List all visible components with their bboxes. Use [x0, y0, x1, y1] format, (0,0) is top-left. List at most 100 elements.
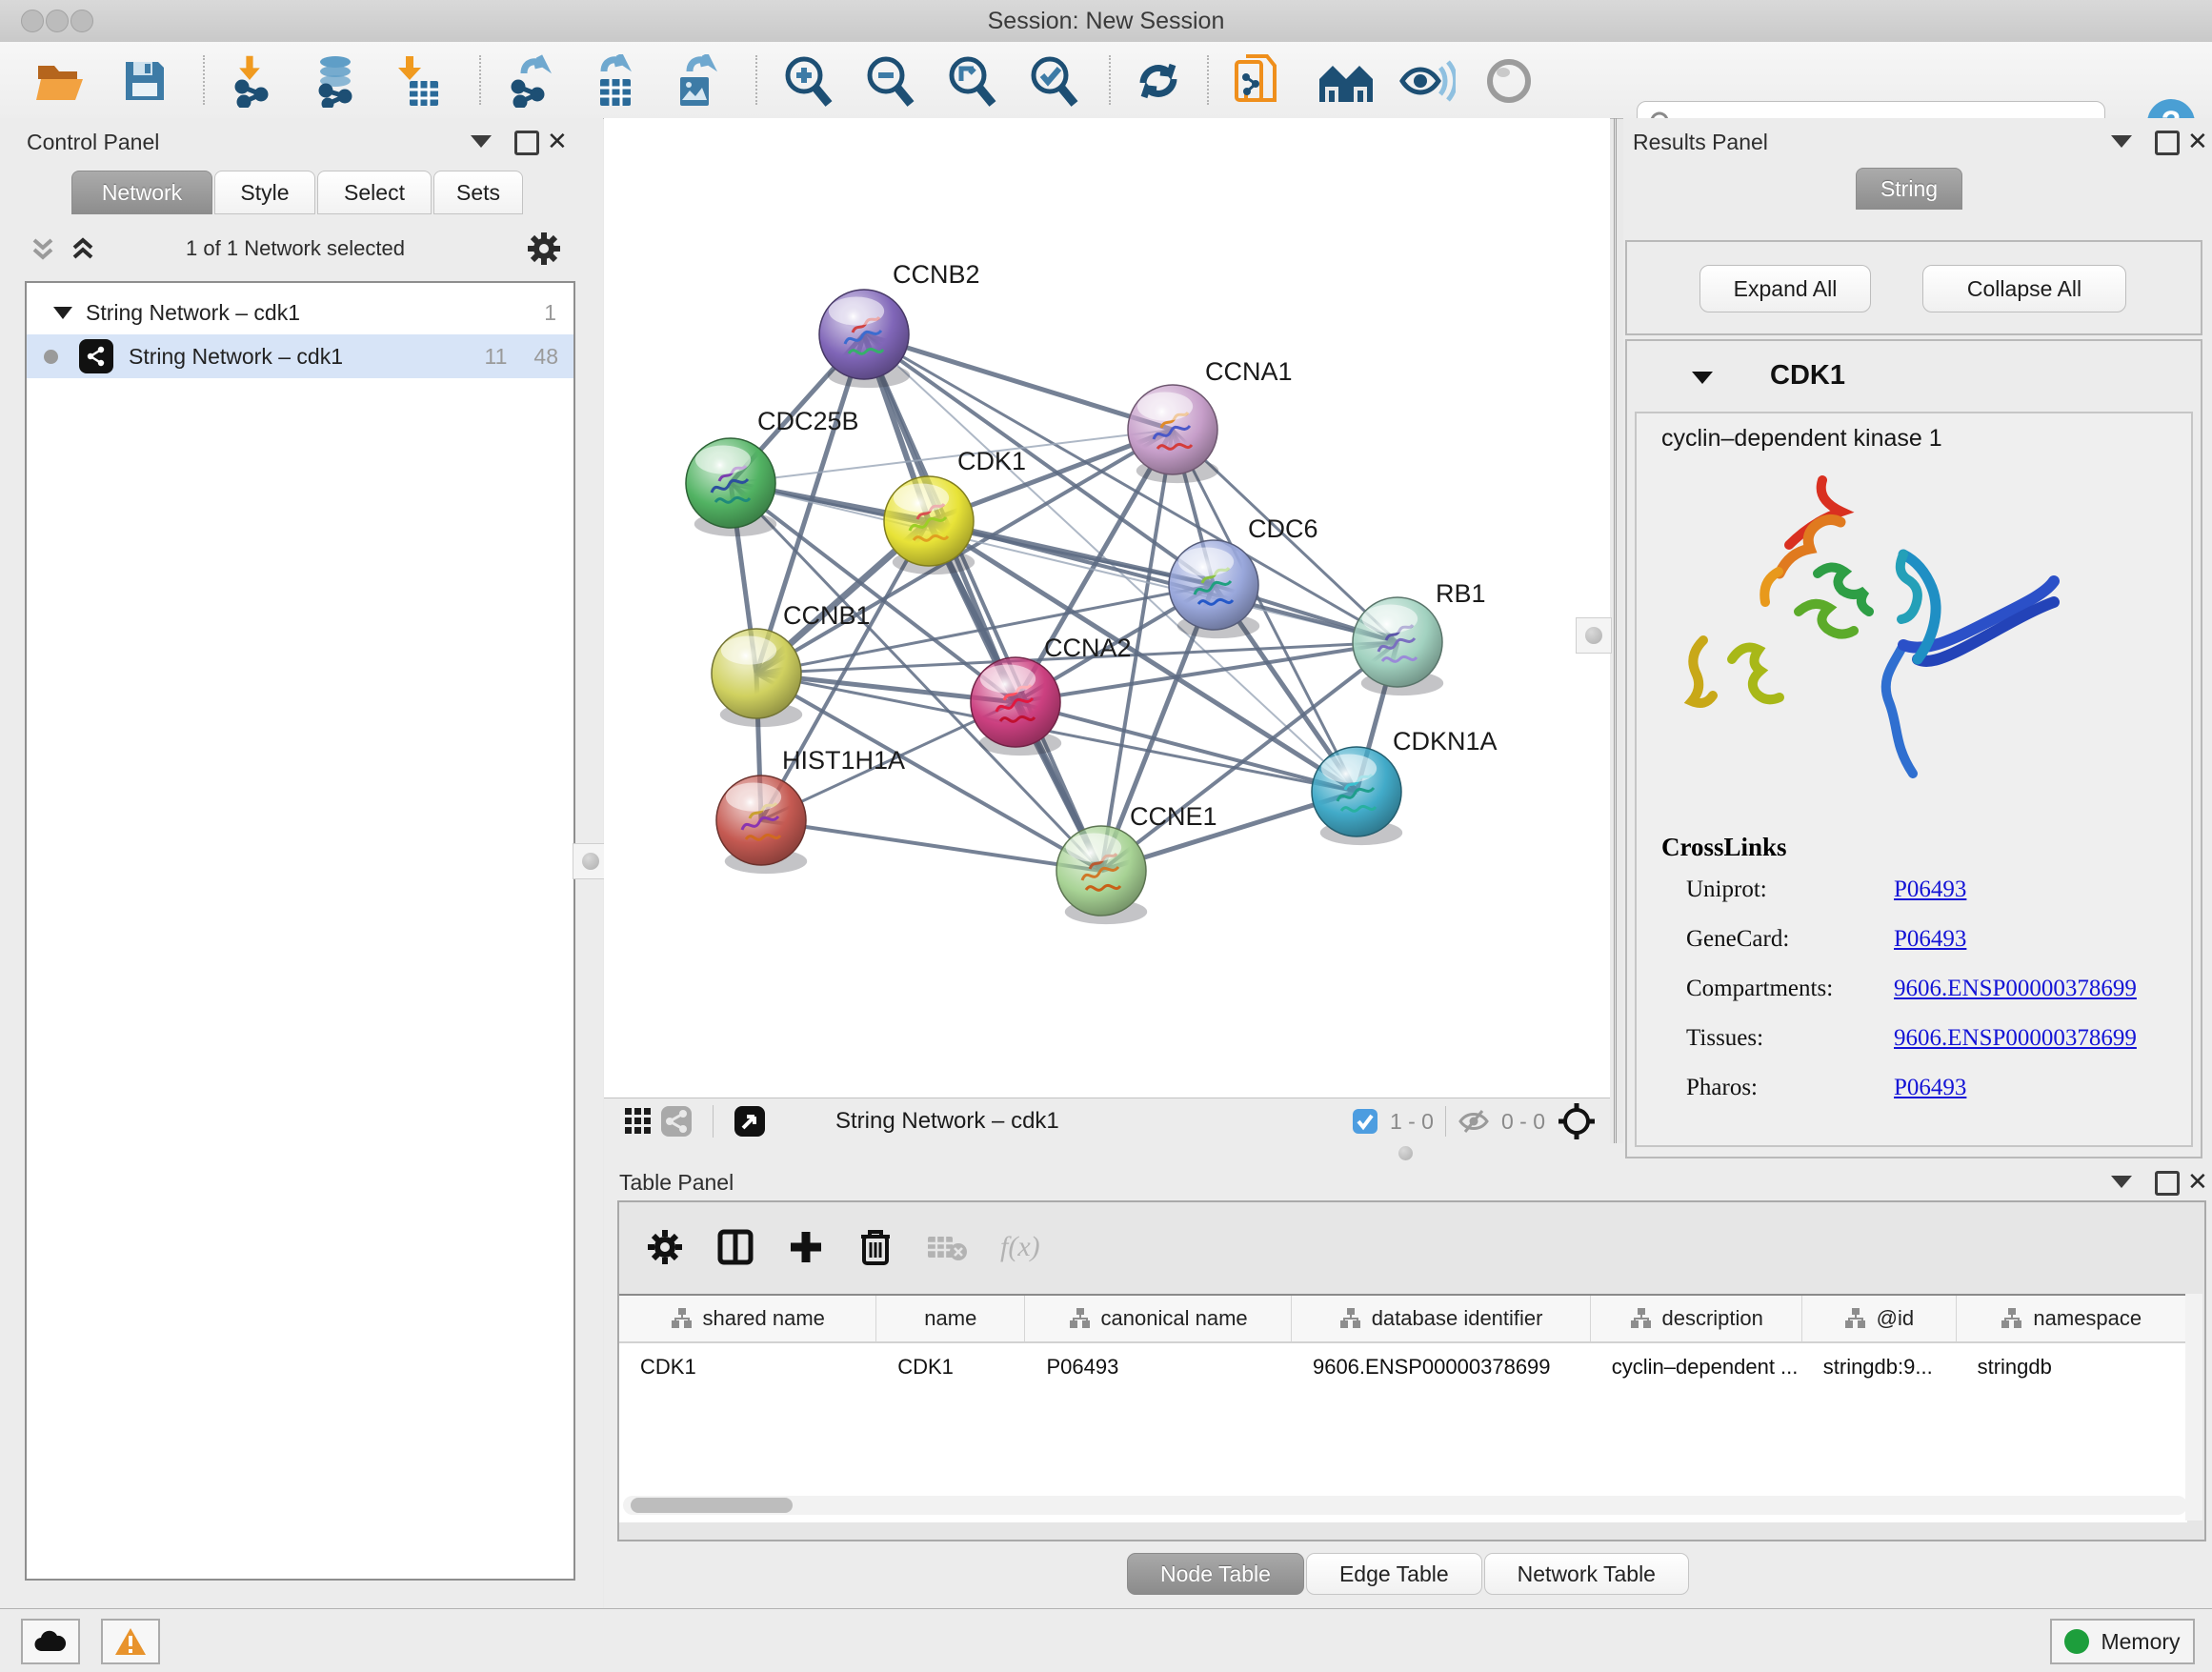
- horizontal-splitter-grabber[interactable]: [1398, 1146, 1413, 1160]
- network-node-rb1[interactable]: RB1: [1353, 579, 1486, 695]
- string-home-button[interactable]: [1313, 53, 1381, 109]
- save-session-button[interactable]: [111, 53, 179, 109]
- zoom-out-button[interactable]: [855, 53, 924, 109]
- table-cell[interactable]: stringdb: [1957, 1343, 2187, 1391]
- table-cell[interactable]: 9606.ENSP00000378699: [1292, 1343, 1591, 1391]
- table-cell[interactable]: cyclin–dependent ...: [1591, 1343, 1802, 1391]
- network-node-ccnb1[interactable]: CCNB1: [712, 601, 871, 727]
- network-edge[interactable]: [929, 521, 1398, 642]
- table-cell[interactable]: P06493: [1026, 1343, 1292, 1391]
- table-cell[interactable]: stringdb:9...: [1802, 1343, 1957, 1391]
- tree-expander-icon[interactable]: [53, 307, 72, 319]
- zoom-selected-button[interactable]: [1019, 53, 1088, 109]
- table-panel-float-icon[interactable]: [2155, 1171, 2180, 1196]
- enhanced-labels-button[interactable]: [1393, 53, 1461, 109]
- import-table-button[interactable]: [385, 53, 453, 109]
- export-network-button[interactable]: [497, 53, 566, 109]
- results-panel-close-icon[interactable]: ✕: [2187, 131, 2208, 151]
- control-panel-float-icon[interactable]: [514, 131, 539, 155]
- column-header-canonical-name[interactable]: canonical name: [1025, 1296, 1292, 1341]
- hidden-eye-icon[interactable]: [1458, 1107, 1490, 1136]
- tab-sets[interactable]: Sets: [433, 171, 523, 214]
- grayscale-orb-button[interactable]: [1475, 53, 1543, 109]
- zoom-in-button[interactable]: [774, 53, 842, 109]
- network-node-hist1h1a[interactable]: HIST1H1A: [716, 746, 905, 874]
- network-edge[interactable]: [864, 334, 1101, 871]
- results-panel-float-icon[interactable]: [2155, 131, 2180, 155]
- memory-button[interactable]: Memory: [2050, 1619, 2195, 1664]
- tab-network[interactable]: Network: [71, 171, 212, 214]
- column-header-description[interactable]: description: [1591, 1296, 1802, 1341]
- grid-view-button[interactable]: [619, 1102, 657, 1140]
- delete-column-trash-icon[interactable]: [857, 1227, 894, 1267]
- table-cell[interactable]: CDK1: [876, 1343, 1025, 1391]
- crosslink-value-link[interactable]: P06493: [1894, 1075, 1966, 1101]
- column-header-shared-name[interactable]: shared name: [619, 1296, 876, 1341]
- collapse-all-icon[interactable]: [29, 234, 57, 268]
- network-node-cdc6[interactable]: CDC6: [1169, 514, 1318, 638]
- expand-all-button[interactable]: Expand All: [1699, 265, 1871, 312]
- network-graph[interactable]: CCNB2CCNA1CDC25BCDK1CDC6RB1CCNB1CCNA2CDK…: [604, 118, 1610, 1098]
- gray-orb-icon: [1484, 56, 1534, 106]
- add-column-icon[interactable]: [787, 1228, 825, 1266]
- expand-all-icon[interactable]: [69, 234, 97, 268]
- network-collection-count: 1: [544, 300, 556, 326]
- node-gloss-highlight: [1362, 605, 1418, 634]
- crosslink-value-link[interactable]: 9606.ENSP00000378699: [1894, 1025, 2137, 1052]
- network-canvas[interactable]: CCNB2CCNA1CDC25BCDK1CDC6RB1CCNB1CCNA2CDK…: [604, 118, 1610, 1098]
- results-panel-menu-icon[interactable]: [2111, 135, 2132, 148]
- show-columns-icon[interactable]: [716, 1228, 754, 1266]
- import-network-button[interactable]: [221, 53, 290, 109]
- column-header-name[interactable]: name: [876, 1296, 1025, 1341]
- network-node-cdk1[interactable]: CDK1: [884, 447, 1026, 574]
- table-vertical-scrollbar[interactable]: [2185, 1294, 2202, 1521]
- control-panel-close-icon[interactable]: ✕: [547, 131, 568, 151]
- network-edge[interactable]: [864, 334, 1173, 430]
- tab-node-table[interactable]: Node Table: [1127, 1553, 1304, 1595]
- network-node-cdkn1a[interactable]: CDKN1A: [1312, 727, 1498, 845]
- fit-content-crosshair-icon[interactable]: [1557, 1101, 1597, 1141]
- table-row[interactable]: CDK1CDK1P064939606.ENSP00000378699cyclin…: [619, 1343, 2187, 1391]
- network-row[interactable]: String Network – cdk1 11 48: [27, 334, 573, 378]
- warning-status-button[interactable]: [101, 1619, 160, 1664]
- node-label: CCNB1: [783, 601, 871, 630]
- table-panel-close-icon[interactable]: ✕: [2187, 1172, 2208, 1191]
- tab-edge-table[interactable]: Edge Table: [1306, 1553, 1482, 1595]
- tab-select[interactable]: Select: [317, 171, 432, 214]
- gene-collapse-icon[interactable]: [1692, 372, 1713, 384]
- network-node-ccnb2[interactable]: CCNB2: [819, 260, 980, 388]
- network-node-ccna1[interactable]: CCNA1: [1128, 357, 1293, 483]
- network-edge[interactable]: [761, 820, 1101, 871]
- collapse-all-button[interactable]: Collapse All: [1922, 265, 2126, 312]
- table-cell[interactable]: CDK1: [619, 1343, 876, 1391]
- crosslink-value-link[interactable]: 9606.ENSP00000378699: [1894, 976, 2137, 1002]
- table-horizontal-scrollbar[interactable]: [623, 1496, 2187, 1515]
- node-table[interactable]: shared namenamecanonical namedatabase id…: [619, 1294, 2187, 1522]
- table-panel-menu-icon[interactable]: [2111, 1176, 2132, 1188]
- table-settings-gear-icon[interactable]: [646, 1228, 684, 1266]
- control-panel-menu-icon[interactable]: [471, 135, 492, 148]
- crosslink-value-link[interactable]: P06493: [1894, 926, 1966, 953]
- network-collection-row[interactable]: String Network – cdk1 1: [27, 291, 573, 334]
- tab-string[interactable]: String: [1856, 168, 1962, 210]
- right-splitter-grabber[interactable]: [1576, 617, 1612, 654]
- export-table-button[interactable]: [579, 53, 648, 109]
- import-database-button[interactable]: [303, 53, 372, 109]
- cloud-status-button[interactable]: [21, 1619, 80, 1664]
- tab-network-table[interactable]: Network Table: [1484, 1553, 1689, 1595]
- selected-checkbox-icon[interactable]: [1352, 1108, 1378, 1135]
- column-header-database-identifier[interactable]: database identifier: [1292, 1296, 1591, 1341]
- crosslink-value-link[interactable]: P06493: [1894, 876, 1966, 903]
- share-view-button[interactable]: [657, 1102, 695, 1140]
- scrollbar-thumb[interactable]: [631, 1498, 793, 1513]
- string-protein-query-button[interactable]: [1223, 53, 1292, 109]
- birdseye-view-button[interactable]: [731, 1102, 769, 1140]
- open-file-button[interactable]: [27, 53, 95, 109]
- column-header--id[interactable]: @id: [1802, 1296, 1956, 1341]
- tab-style[interactable]: Style: [214, 171, 315, 214]
- zoom-fit-button[interactable]: [937, 53, 1006, 109]
- column-header-namespace[interactable]: namespace: [1957, 1296, 2187, 1341]
- network-options-gear-icon[interactable]: [526, 231, 562, 272]
- refresh-button[interactable]: [1124, 53, 1193, 109]
- export-image-button[interactable]: [661, 53, 730, 109]
